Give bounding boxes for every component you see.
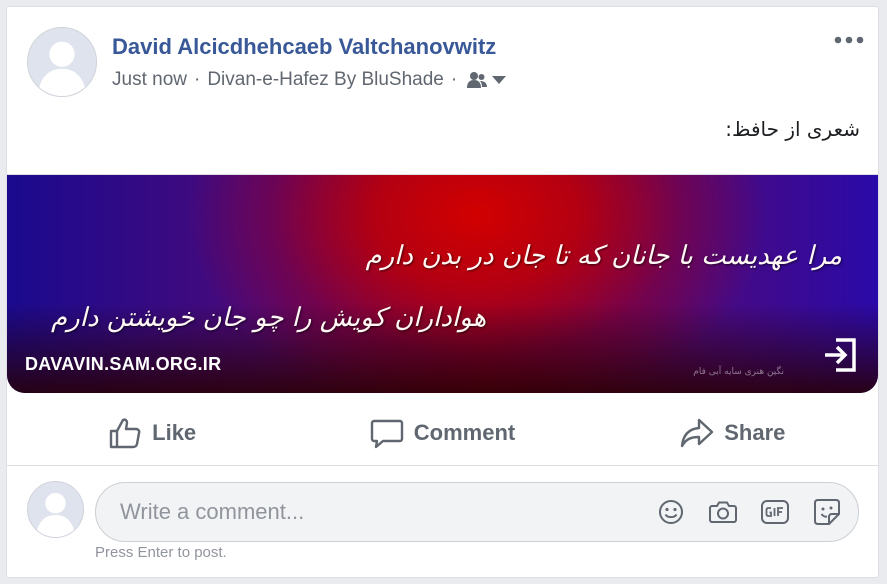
- post-card: David Alcicdhehcaeb Valtchanovwitz Just …: [6, 6, 879, 578]
- emoji-button[interactable]: [656, 497, 686, 527]
- sticker-icon: [814, 499, 840, 525]
- like-button[interactable]: Like: [7, 416, 297, 450]
- gif-button[interactable]: [760, 497, 790, 527]
- poem-line-1: مرا عهدیست با جانان که تا جان در بدن دار…: [365, 241, 842, 271]
- chevron-down-icon: [492, 76, 507, 84]
- friends-icon: [467, 72, 488, 88]
- gif-icon: [761, 500, 789, 524]
- share-label: Share: [724, 420, 786, 445]
- sticker-button[interactable]: [812, 497, 842, 527]
- comment-input[interactable]: [118, 498, 642, 526]
- divider: [7, 465, 878, 466]
- default-avatar-icon: [28, 482, 83, 537]
- author-avatar[interactable]: [27, 27, 97, 97]
- default-avatar-icon: [28, 28, 96, 96]
- more-options-icon: [834, 36, 864, 44]
- link-preview[interactable]: مرا عهدیست با جانان که تا جان در بدن دار…: [7, 175, 878, 393]
- comment-label: Comment: [413, 420, 516, 445]
- camera-button[interactable]: [708, 497, 738, 527]
- link-domain[interactable]: DAVAVIN.SAM.ORG.IR: [25, 354, 221, 375]
- action-bar: Like Comment Share: [7, 401, 878, 465]
- composer-icons: [656, 497, 842, 527]
- comment-button[interactable]: Comment: [297, 416, 587, 450]
- commenter-avatar[interactable]: [27, 481, 84, 538]
- more-options-button[interactable]: [832, 29, 866, 51]
- share-button[interactable]: Share: [588, 416, 878, 450]
- emoji-icon: [659, 500, 683, 524]
- poem-line-2: هواداران کویش را چو جان خویشتن دارم: [51, 303, 487, 333]
- comment-composer[interactable]: [95, 482, 859, 542]
- comment-bubble-icon: [370, 419, 403, 449]
- meta-separator: ·: [193, 69, 201, 90]
- like-label: Like: [152, 420, 197, 445]
- image-watermark: نگین هنری سایه آبی فام: [693, 367, 784, 377]
- open-link-icon[interactable]: [822, 337, 858, 373]
- post-text: شعری از حافظ:: [725, 117, 860, 141]
- audience-selector[interactable]: [466, 71, 507, 89]
- post-timestamp[interactable]: Just now: [112, 69, 187, 91]
- post-meta: Just now · Divan-e-Hafez By BluShade ·: [112, 69, 507, 91]
- author-name[interactable]: David Alcicdhehcaeb Valtchanovwitz: [112, 34, 496, 60]
- comment-hint: Press Enter to post.: [95, 544, 227, 561]
- meta-separator: ·: [450, 69, 458, 90]
- camera-icon: [709, 501, 737, 523]
- share-arrow-icon: [681, 418, 714, 448]
- group-name[interactable]: Divan-e-Hafez By BluShade: [207, 69, 444, 91]
- thumbs-up-icon: [109, 418, 141, 449]
